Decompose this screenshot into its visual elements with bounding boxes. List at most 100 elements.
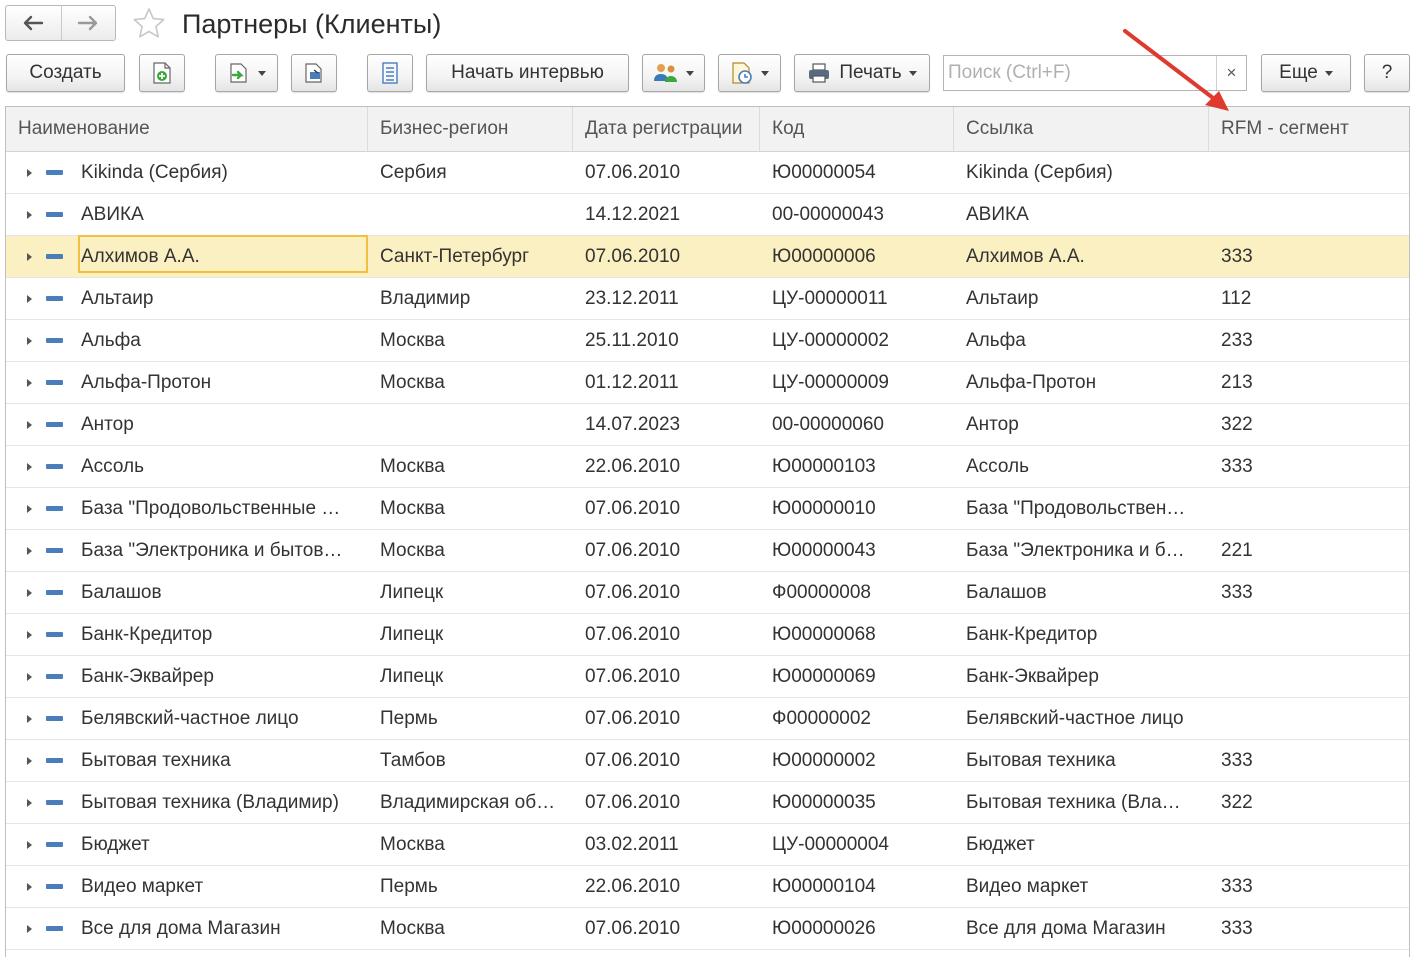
cell-link[interactable]: Алхимов А.А. (954, 236, 1209, 277)
cell-name[interactable]: Бытовая техника (Владимир) (6, 782, 368, 823)
expand-triangle-icon[interactable] (27, 378, 32, 387)
table-row[interactable]: Альфа-Протон Москва 01.12.2011 ЦУ-00000009 А… (6, 362, 1409, 404)
table-row[interactable]: Бюджет Москва 03.02.2011 ЦУ-00000004 Бюджет (6, 824, 1409, 866)
cell-region[interactable]: Москва (368, 320, 573, 361)
table-row[interactable]: Белявский-частное лицо Пермь 07.06.2010 Ф00… (6, 698, 1409, 740)
column-header-code[interactable]: Код (760, 107, 954, 151)
cell-rfm-segment[interactable] (1209, 152, 1409, 193)
cell-code[interactable]: 00-00000043 (760, 194, 954, 235)
cell-region[interactable]: Липецк (368, 572, 573, 613)
cell-link[interactable]: Ассоль (954, 446, 1209, 487)
cell-link[interactable]: Альфа-Протон (954, 362, 1209, 403)
expand-triangle-icon[interactable] (27, 672, 32, 681)
cell-link[interactable]: База "Продовольствен… (954, 488, 1209, 529)
cell-name[interactable]: Банк-Кредитор (6, 614, 368, 655)
cell-code[interactable]: ЦУ-00000009 (760, 362, 954, 403)
table-row[interactable]: Альтаир Владимир 23.12.2011 ЦУ-00000011 Альт… (6, 278, 1409, 320)
cell-link[interactable]: Альтаир (954, 278, 1209, 319)
cell-reg-date[interactable]: 07.06.2010 (573, 698, 760, 739)
cell-code[interactable]: ЦУ-00000011 (760, 278, 954, 319)
cell-region[interactable]: Москва (368, 824, 573, 865)
cell-link[interactable]: Все для дома Магазин (954, 908, 1209, 949)
expand-triangle-icon[interactable] (27, 420, 32, 429)
cell-code[interactable]: Ф00000008 (760, 572, 954, 613)
cell-code[interactable]: Ю00000054 (760, 152, 954, 193)
cell-rfm-segment[interactable]: 333 (1209, 740, 1409, 781)
cell-reg-date[interactable]: 07.06.2010 (573, 152, 760, 193)
table-row[interactable]: Альфа Москва 25.11.2010 ЦУ-00000002 Альфа 233 (6, 320, 1409, 362)
table-row[interactable]: База "Продовольственные … Москва 07.06.201… (6, 488, 1409, 530)
cell-region[interactable]: Владимирская об… (368, 782, 573, 823)
cell-region[interactable]: Москва (368, 362, 573, 403)
cell-name[interactable]: Альфа-Протон (6, 362, 368, 403)
cell-link[interactable]: Банк-Кредитор (954, 614, 1209, 655)
expand-triangle-icon[interactable] (27, 210, 32, 219)
cell-rfm-segment[interactable]: 221 (1209, 530, 1409, 571)
cell-rfm-segment[interactable] (1209, 194, 1409, 235)
expand-triangle-icon[interactable] (27, 756, 32, 765)
table-row[interactable]: Бытовая техника Тамбов 07.06.2010 Ю00000002… (6, 740, 1409, 782)
star-icon[interactable] (131, 6, 167, 42)
help-button[interactable]: ? (1364, 54, 1410, 92)
cell-region[interactable]: Тамбов (368, 740, 573, 781)
cell-rfm-segment[interactable]: 213 (1209, 362, 1409, 403)
cell-reg-date[interactable]: 07.06.2010 (573, 530, 760, 571)
cell-name[interactable]: Балашов (6, 572, 368, 613)
cell-code[interactable]: Ю00000069 (760, 656, 954, 697)
cell-code[interactable]: Ю00000010 (760, 488, 954, 529)
contacts-button[interactable] (642, 54, 705, 92)
column-header-reg-date[interactable]: Дата регистрации (573, 107, 760, 151)
expand-triangle-icon[interactable] (27, 252, 32, 261)
cell-reg-date[interactable]: 07.06.2010 (573, 488, 760, 529)
cell-name[interactable]: Ассоль (6, 446, 368, 487)
cell-name[interactable]: Видео маркет (6, 866, 368, 907)
cell-name[interactable]: АВИКА (6, 194, 368, 235)
cell-code[interactable]: 00-00000060 (760, 404, 954, 445)
cell-reg-date[interactable]: 07.06.2010 (573, 908, 760, 949)
cell-name[interactable]: Алхимов А.А. (6, 236, 368, 277)
cell-rfm-segment[interactable] (1209, 824, 1409, 865)
create-based-on-button[interactable] (215, 54, 278, 92)
cell-link[interactable]: Белявский-частное лицо (954, 698, 1209, 739)
cell-region[interactable]: Санкт-Петербург (368, 236, 573, 277)
expand-triangle-icon[interactable] (27, 588, 32, 597)
cell-reg-date[interactable]: 07.06.2010 (573, 614, 760, 655)
expand-triangle-icon[interactable] (27, 630, 32, 639)
expand-triangle-icon[interactable] (27, 924, 32, 933)
column-header-region[interactable]: Бизнес-регион (368, 107, 573, 151)
cell-region[interactable]: Москва (368, 530, 573, 571)
cell-link[interactable]: Видео маркет (954, 866, 1209, 907)
cell-name[interactable]: Бытовая техника (6, 740, 368, 781)
cell-reg-date[interactable]: 25.11.2010 (573, 320, 760, 361)
cell-rfm-segment[interactable]: 233 (1209, 320, 1409, 361)
cell-link[interactable]: Балашов (954, 572, 1209, 613)
back-button[interactable] (6, 6, 61, 40)
reports-button[interactable] (718, 54, 781, 92)
cell-code[interactable]: Ю00000104 (760, 866, 954, 907)
cell-reg-date[interactable]: 22.06.2010 (573, 866, 760, 907)
print-button[interactable]: Печать (794, 54, 930, 92)
cell-code[interactable]: Ю00000006 (760, 236, 954, 277)
cell-rfm-segment[interactable] (1209, 698, 1409, 739)
cell-region[interactable] (368, 404, 573, 445)
cell-name[interactable]: База "Электроника и бытов… (6, 530, 368, 571)
cell-reg-date[interactable]: 03.02.2011 (573, 824, 760, 865)
cell-name[interactable]: Альтаир (6, 278, 368, 319)
table-row[interactable]: Банк-Эквайрер Липецк 07.06.2010 Ю00000069 Ба… (6, 656, 1409, 698)
cell-link[interactable]: Банк-Эквайрер (954, 656, 1209, 697)
forward-button[interactable] (60, 6, 116, 40)
create-copy-button[interactable] (139, 54, 185, 92)
cell-reg-date[interactable]: 07.06.2010 (573, 782, 760, 823)
cell-link[interactable]: Бытовая техника (Вла… (954, 782, 1209, 823)
expand-triangle-icon[interactable] (27, 336, 32, 345)
cell-code[interactable]: Ю00000043 (760, 530, 954, 571)
cell-name[interactable]: Банк-Эквайрер (6, 656, 368, 697)
cell-region[interactable] (368, 194, 573, 235)
expand-triangle-icon[interactable] (27, 714, 32, 723)
cell-region[interactable]: Владимир (368, 278, 573, 319)
cell-link[interactable]: Бюджет (954, 824, 1209, 865)
cell-link[interactable]: База "Электроника и б… (954, 530, 1209, 571)
table-row[interactable]: Бытовая техника (Владимир) Владимирская о… (6, 782, 1409, 824)
cell-reg-date[interactable]: 01.12.2011 (573, 362, 760, 403)
expand-triangle-icon[interactable] (27, 882, 32, 891)
